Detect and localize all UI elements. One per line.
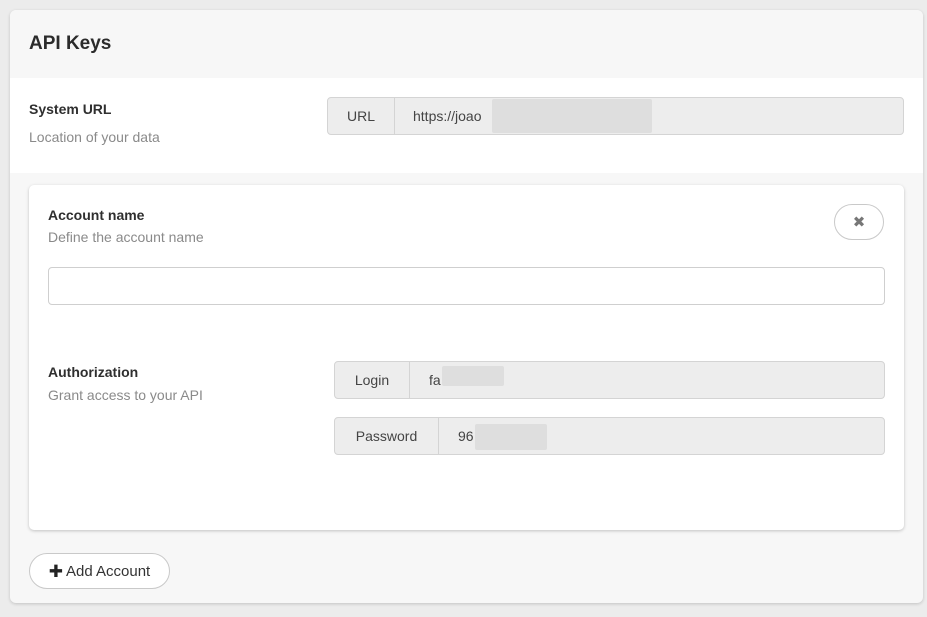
password-value: 96 <box>458 428 474 444</box>
url-addon: URL <box>328 98 395 134</box>
plus-icon: ✚ <box>48 561 63 581</box>
api-keys-panel: API Keys System URL Location of your dat… <box>10 10 923 603</box>
login-value: fa <box>429 372 441 388</box>
close-icon: ✖ <box>852 214 866 231</box>
login-addon: Login <box>335 362 410 398</box>
system-url-description: Location of your data <box>29 129 160 145</box>
panel-header: API Keys <box>10 10 923 78</box>
system-url-label: System URL <box>29 101 112 117</box>
system-url-section: System URL Location of your data URL htt… <box>10 78 923 173</box>
system-url-input-group: URL https://joao <box>327 97 904 135</box>
system-url-field[interactable]: https://joao <box>395 98 903 134</box>
redacted-area <box>492 99 652 133</box>
password-addon: Password <box>335 418 439 454</box>
account-name-input[interactable] <box>48 267 885 305</box>
account-name-description: Define the account name <box>48 229 204 245</box>
account-card: Account name Define the account name ✖ A… <box>29 185 904 530</box>
login-field[interactable]: fa <box>410 362 884 398</box>
redacted-area <box>475 424 547 450</box>
authorization-label: Authorization <box>48 364 139 380</box>
login-input-group: Login fa <box>334 361 885 399</box>
password-field[interactable]: 96 <box>439 418 884 454</box>
authorization-description: Grant access to your API <box>48 387 203 403</box>
system-url-value: https://joao <box>413 108 482 124</box>
remove-account-button[interactable]: ✖ <box>834 204 884 240</box>
redacted-area <box>442 366 504 386</box>
password-input-group: Password 96 <box>334 417 885 455</box>
panel-title: API Keys <box>29 33 112 54</box>
account-name-label: Account name <box>48 207 145 223</box>
add-account-button[interactable]: ✚ Add Account <box>29 553 170 589</box>
add-account-label: Add Account <box>66 562 151 580</box>
